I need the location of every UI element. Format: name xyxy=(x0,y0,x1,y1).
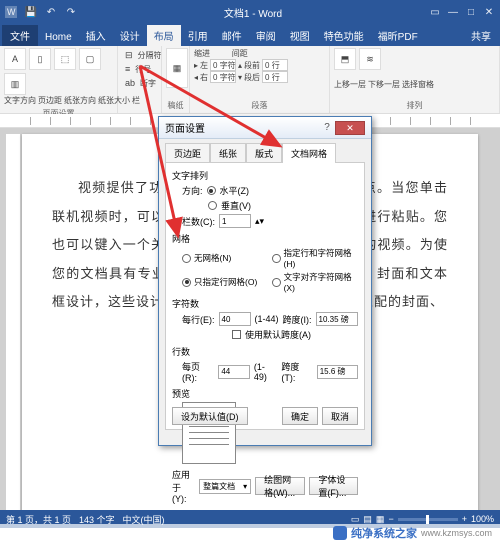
view-print-icon[interactable]: ▤ xyxy=(363,514,372,525)
group-arrange-label: 排列 xyxy=(334,100,495,111)
page-setup-dialog: 页面设置 ? ✕ 页边距 纸张 版式 文档网格 文字排列 方向: 水平(Z) 垂… xyxy=(158,116,372,446)
char-pitch-input[interactable]: 10.35 磅 xyxy=(316,312,358,326)
radio-line-only-grid[interactable] xyxy=(182,278,191,287)
tab-reference[interactable]: 引用 xyxy=(181,25,215,46)
margins-button[interactable]: ▯ xyxy=(29,48,51,70)
dialog-tab-margin[interactable]: 页边距 xyxy=(165,143,210,163)
help-icon[interactable]: ? xyxy=(319,122,335,133)
cancel-button[interactable]: 取消 xyxy=(322,407,358,425)
indent-right-input[interactable]: 0 字符 xyxy=(210,71,236,83)
radio-align-grid[interactable] xyxy=(272,278,281,287)
zoom-level[interactable]: 100% xyxy=(471,514,494,524)
line-numbers-button[interactable]: ≡ xyxy=(122,62,133,76)
svg-text:W: W xyxy=(7,7,16,17)
chevron-down-icon: ▾ xyxy=(243,482,247,491)
ribbon: A ▯ ⬚ ▢ ▥ 文字方向 页边距 纸张方向 纸张大小 栏 页面设置 ⊟分隔符… xyxy=(0,46,500,114)
dialog-tabs: 页边距 纸张 版式 文档网格 xyxy=(159,139,371,163)
undo-icon[interactable]: ↶ xyxy=(44,5,58,19)
watermark-logo-icon xyxy=(333,526,347,540)
default-pitch-checkbox[interactable] xyxy=(232,330,241,339)
chars-label: 字符数 xyxy=(172,297,358,310)
group-paper-label: 稿纸 xyxy=(166,100,185,111)
maximize-icon[interactable]: □ xyxy=(464,5,478,19)
draw-grid-button[interactable]: 绘图网格(W)... xyxy=(255,477,305,495)
save-icon[interactable]: 💾 xyxy=(24,5,38,19)
dialog-titlebar[interactable]: 页面设置 ? ✕ xyxy=(159,117,371,139)
hyphenation-button[interactable]: ab xyxy=(122,76,138,90)
tab-pdf[interactable]: 福昕PDF xyxy=(371,25,425,46)
breaks-button[interactable]: ⊟ xyxy=(122,48,136,62)
dialog-tab-paper[interactable]: 纸张 xyxy=(210,143,246,163)
apply-to-select[interactable]: 整篇文档▾ xyxy=(199,479,251,494)
space-after-input[interactable]: 0 行 xyxy=(262,71,288,83)
close-icon[interactable]: ✕ xyxy=(482,5,496,19)
vertical-ruler[interactable] xyxy=(6,134,20,510)
text-direction-button[interactable]: A xyxy=(4,48,26,70)
zoom-slider[interactable] xyxy=(398,518,458,521)
text-arrange-label: 文字排列 xyxy=(172,169,358,182)
share-button[interactable]: 共享 xyxy=(464,25,498,46)
tab-view[interactable]: 视图 xyxy=(283,25,317,46)
radio-char-line-grid[interactable] xyxy=(272,254,281,263)
chars-per-line-input[interactable]: 40 xyxy=(219,312,251,326)
watermark: 纯净系统之家 www.kzmsys.com xyxy=(0,524,500,542)
group-paragraph-label: 段落 xyxy=(194,100,325,111)
spinner-icon[interactable]: ▴▾ xyxy=(255,216,264,227)
dialog-tab-layout[interactable]: 版式 xyxy=(246,143,282,163)
radio-vertical[interactable] xyxy=(208,201,217,210)
document-title: 文档1 - Word xyxy=(78,5,428,20)
lines-per-page-input[interactable]: 44 xyxy=(218,365,249,379)
radio-no-grid[interactable] xyxy=(182,254,191,263)
tab-feature[interactable]: 特色功能 xyxy=(317,25,371,46)
grid-label: 网格 xyxy=(172,232,358,245)
orientation-button[interactable]: ⬚ xyxy=(54,48,76,70)
columns-input[interactable]: 1 xyxy=(219,214,251,228)
dialog-close-button[interactable]: ✕ xyxy=(335,121,365,135)
lines-label: 行数 xyxy=(172,345,358,358)
titlebar: W 💾 ↶ ↷ 文档1 - Word ▭ ― □ ✕ xyxy=(0,0,500,24)
ok-button[interactable]: 确定 xyxy=(282,407,318,425)
tab-design[interactable]: 设计 xyxy=(113,25,147,46)
space-before-input[interactable]: 0 行 xyxy=(262,59,288,71)
paper-settings-button[interactable]: ▦ xyxy=(166,48,188,88)
columns-button[interactable]: ▥ xyxy=(4,73,26,95)
indent-left-input[interactable]: 0 字符 xyxy=(210,59,236,71)
preview-label: 预览 xyxy=(172,387,358,400)
position-button[interactable]: ⬒ xyxy=(334,48,356,70)
ribbon-options-icon[interactable]: ▭ xyxy=(428,5,442,19)
ribbon-tabs: 文件 Home 插入 设计 布局 引用 邮件 审阅 视图 特色功能 福昕PDF … xyxy=(0,24,500,46)
view-web-icon[interactable]: ▦ xyxy=(376,514,385,525)
tab-mail[interactable]: 邮件 xyxy=(215,25,249,46)
tab-home[interactable]: Home xyxy=(38,29,79,46)
minimize-icon[interactable]: ― xyxy=(446,5,460,19)
view-read-icon[interactable]: ▭ xyxy=(351,514,360,525)
radio-horizontal[interactable] xyxy=(207,186,216,195)
zoom-out-icon[interactable]: − xyxy=(388,514,393,524)
zoom-in-icon[interactable]: + xyxy=(462,514,467,524)
tab-layout[interactable]: 布局 xyxy=(147,25,181,46)
word-icon: W xyxy=(4,5,18,19)
line-pitch-input[interactable]: 15.6 磅 xyxy=(317,365,358,379)
font-settings-button[interactable]: 字体设置(F)... xyxy=(309,477,358,495)
tab-insert[interactable]: 插入 xyxy=(79,25,113,46)
tab-review[interactable]: 审阅 xyxy=(249,25,283,46)
dialog-tab-grid[interactable]: 文档网格 xyxy=(282,143,336,163)
set-default-button[interactable]: 设为默认值(D) xyxy=(172,407,248,425)
size-button[interactable]: ▢ xyxy=(79,48,101,70)
redo-icon[interactable]: ↷ xyxy=(64,5,78,19)
wrap-text-button[interactable]: ≋ xyxy=(359,48,381,70)
dialog-title: 页面设置 xyxy=(165,120,319,135)
tab-file[interactable]: 文件 xyxy=(2,25,38,46)
